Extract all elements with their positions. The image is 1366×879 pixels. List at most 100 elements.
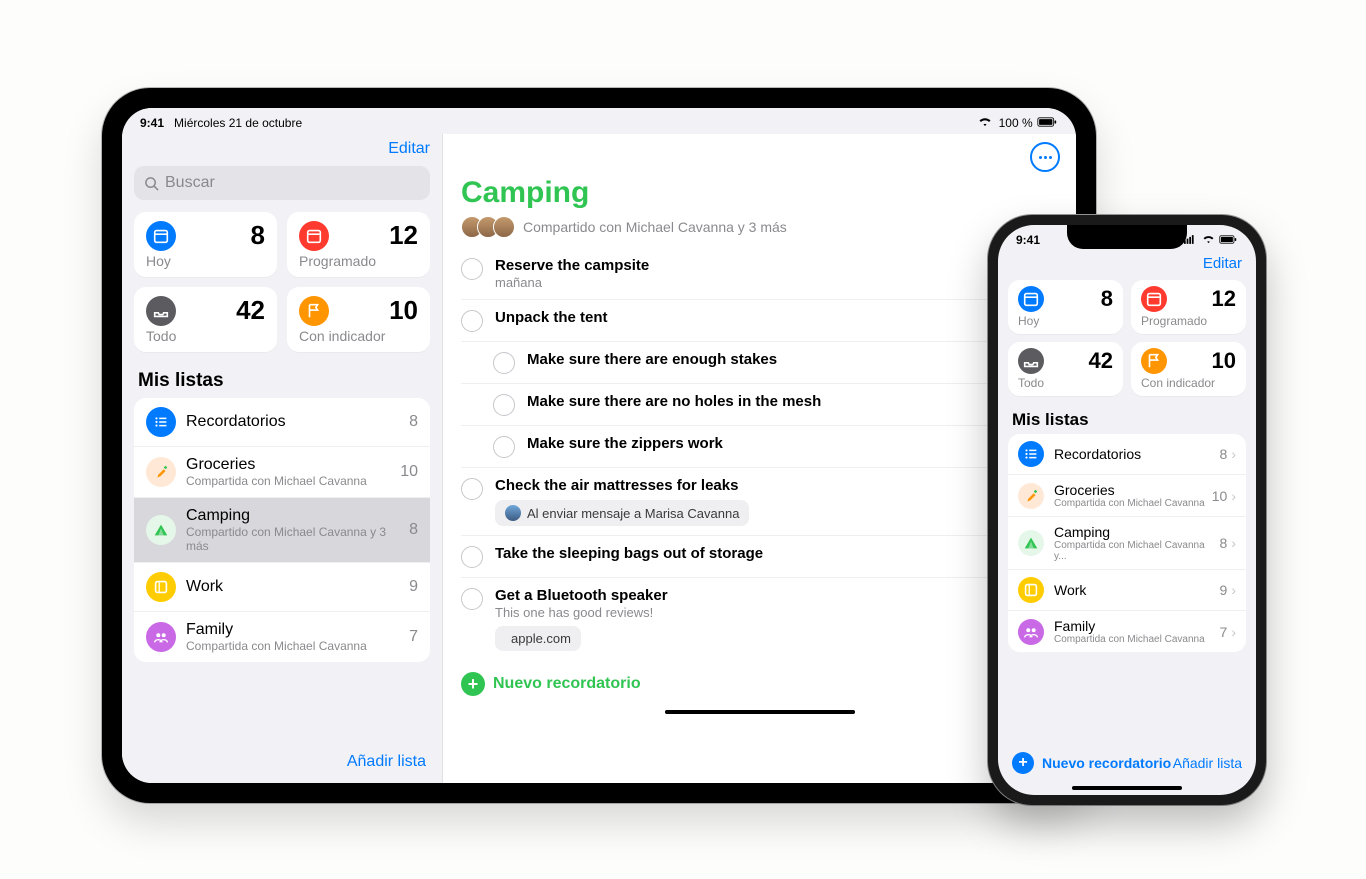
iphone-frame: 9:41 Editar 8 Hoy 12 Programado xyxy=(988,215,1266,805)
checkbox[interactable] xyxy=(461,546,483,568)
status-time: 9:41 xyxy=(1016,233,1040,247)
tray-icon xyxy=(146,296,176,326)
reminder-item[interactable]: Check the air mattresses for leaks Al en… xyxy=(461,468,1058,536)
smart-card-hoy[interactable]: 8 Hoy xyxy=(1008,280,1123,334)
card-count: 8 xyxy=(1101,286,1113,312)
search-placeholder: Buscar xyxy=(165,174,215,192)
reminder-item[interactable]: Make sure the zippers work xyxy=(461,426,1058,468)
list-row-groceries[interactable]: Groceries Compartida con Michael Cavanna… xyxy=(134,447,430,498)
smart-card-con indicador[interactable]: 10 Con indicador xyxy=(287,287,430,352)
list-name: Recordatorios xyxy=(1054,446,1220,462)
section-my-lists: Mis listas xyxy=(122,356,442,398)
card-count: 10 xyxy=(1212,348,1236,374)
reminder-item[interactable]: Unpack the tent xyxy=(461,300,1058,342)
attachment-chip[interactable]: apple.com xyxy=(495,626,581,651)
list-count: 9 xyxy=(1220,582,1228,598)
smart-card-todo[interactable]: 42 Todo xyxy=(134,287,277,352)
checkbox[interactable] xyxy=(493,394,515,416)
edit-button[interactable]: Editar xyxy=(1203,255,1242,272)
list-row-recordatorios[interactable]: Recordatorios 8 xyxy=(134,398,430,447)
list-row-work[interactable]: Work 9 › xyxy=(1008,570,1246,611)
reminder-item[interactable]: Reserve the campsite mañana xyxy=(461,248,1058,300)
status-time: 9:41 xyxy=(140,116,164,130)
list-row-recordatorios[interactable]: Recordatorios 8 › xyxy=(1008,434,1246,475)
attachment-chip[interactable]: Al enviar mensaje a Marisa Cavanna xyxy=(495,500,749,526)
smart-card-hoy[interactable]: 8 Hoy xyxy=(134,212,277,277)
more-button[interactable] xyxy=(1030,142,1060,172)
smart-card-con indicador[interactable]: 10 Con indicador xyxy=(1131,342,1246,396)
list-subtitle: Compartida con Michael Cavanna xyxy=(1054,634,1220,645)
reminder-title: Get a Bluetooth speaker xyxy=(495,587,1058,604)
smart-card-programado[interactable]: 12 Programado xyxy=(287,212,430,277)
add-list-button[interactable]: Añadir lista xyxy=(347,753,426,770)
reminder-title: Make sure there are no holes in the mesh xyxy=(527,393,1058,410)
reminder-item[interactable]: Get a Bluetooth speaker This one has goo… xyxy=(461,578,1058,660)
list-name: Work xyxy=(1054,582,1220,598)
add-list-button[interactable]: Añadir lista xyxy=(1173,755,1242,771)
checkbox[interactable] xyxy=(461,310,483,332)
checkbox[interactable] xyxy=(461,588,483,610)
reminder-item[interactable]: Take the sleeping bags out of storage xyxy=(461,536,1058,578)
list-count: 8 xyxy=(409,413,418,431)
list-subtitle: Compartido con Michael Cavanna y 3 más xyxy=(186,525,409,553)
card-count: 8 xyxy=(251,220,265,251)
family-icon xyxy=(146,622,176,652)
edit-button[interactable]: Editar xyxy=(388,140,430,157)
list-name: Family xyxy=(186,621,409,639)
status-icons xyxy=(1184,233,1238,247)
list-row-family[interactable]: Family Compartida con Michael Cavanna 7 … xyxy=(1008,611,1246,652)
plus-icon[interactable]: + xyxy=(1012,752,1034,774)
checkbox[interactable] xyxy=(493,352,515,374)
checkbox[interactable] xyxy=(461,478,483,500)
flag-icon xyxy=(299,296,329,326)
section-my-lists: Mis listas xyxy=(998,400,1256,434)
checkbox[interactable] xyxy=(493,436,515,458)
chevron-right-icon: › xyxy=(1231,488,1236,504)
list-name: Camping xyxy=(1054,524,1220,540)
new-reminder-button[interactable]: Nuevo recordatorio xyxy=(493,675,641,693)
card-label: Programado xyxy=(299,253,418,269)
list-row-groceries[interactable]: Groceries Compartida con Michael Cavanna… xyxy=(1008,475,1246,517)
search-input[interactable]: Buscar xyxy=(134,166,430,200)
list-name: Work xyxy=(186,578,409,596)
ipad-main: Camping Compartido con Michael Cavanna y… xyxy=(443,134,1076,783)
iphone-screen: 9:41 Editar 8 Hoy 12 Programado xyxy=(998,225,1256,795)
list-name: Family xyxy=(1054,618,1220,634)
list-count: 7 xyxy=(409,628,418,646)
reminder-subtitle: mañana xyxy=(495,275,1058,290)
list-row-camping[interactable]: Camping Compartido con Michael Cavanna y… xyxy=(134,498,430,563)
card-count: 12 xyxy=(1212,286,1236,312)
list-icon xyxy=(1018,530,1044,556)
list-count: 8 xyxy=(1220,446,1228,462)
list-icon xyxy=(1018,577,1044,603)
card-count: 12 xyxy=(389,220,418,251)
list-name: Recordatorios xyxy=(186,413,409,431)
card-icon xyxy=(1141,286,1167,312)
chevron-right-icon: › xyxy=(1231,446,1236,462)
reminder-item[interactable]: Make sure there are no holes in the mesh xyxy=(461,384,1058,426)
card-count: 42 xyxy=(1089,348,1113,374)
ipad-screen: 9:41 Miércoles 21 de octubre 100 % Edita… xyxy=(122,108,1076,783)
reminder-title: Reserve the campsite xyxy=(495,257,1058,274)
new-reminder-button[interactable]: Nuevo recordatorio xyxy=(1042,755,1171,771)
list-row-work[interactable]: Work 9 xyxy=(134,563,430,612)
status-date: Miércoles 21 de octubre xyxy=(174,116,302,130)
list-row-family[interactable]: Family Compartida con Michael Cavanna 7 xyxy=(134,612,430,662)
reminder-item[interactable]: Make sure there are enough stakes xyxy=(461,342,1058,384)
plus-icon[interactable]: + xyxy=(461,672,485,696)
checkbox[interactable] xyxy=(461,258,483,280)
list-row-camping[interactable]: Camping Compartida con Michael Cavanna y… xyxy=(1008,517,1246,570)
shared-row[interactable]: Compartido con Michael Cavanna y 3 más xyxy=(443,216,1076,248)
list-count: 8 xyxy=(1220,535,1228,551)
avatars xyxy=(461,216,515,238)
list-count: 9 xyxy=(409,578,418,596)
list-subtitle: Compartida con Michael Cavanna xyxy=(186,639,409,653)
card-label: Hoy xyxy=(1018,314,1113,328)
smart-card-todo[interactable]: 42 Todo xyxy=(1008,342,1123,396)
card-count: 10 xyxy=(389,295,418,326)
card-label: Programado xyxy=(1141,314,1236,328)
list-count: 7 xyxy=(1220,624,1228,640)
battery-icon xyxy=(1036,116,1058,130)
smart-card-programado[interactable]: 12 Programado xyxy=(1131,280,1246,334)
battery-pct: 100 % xyxy=(999,116,1033,130)
